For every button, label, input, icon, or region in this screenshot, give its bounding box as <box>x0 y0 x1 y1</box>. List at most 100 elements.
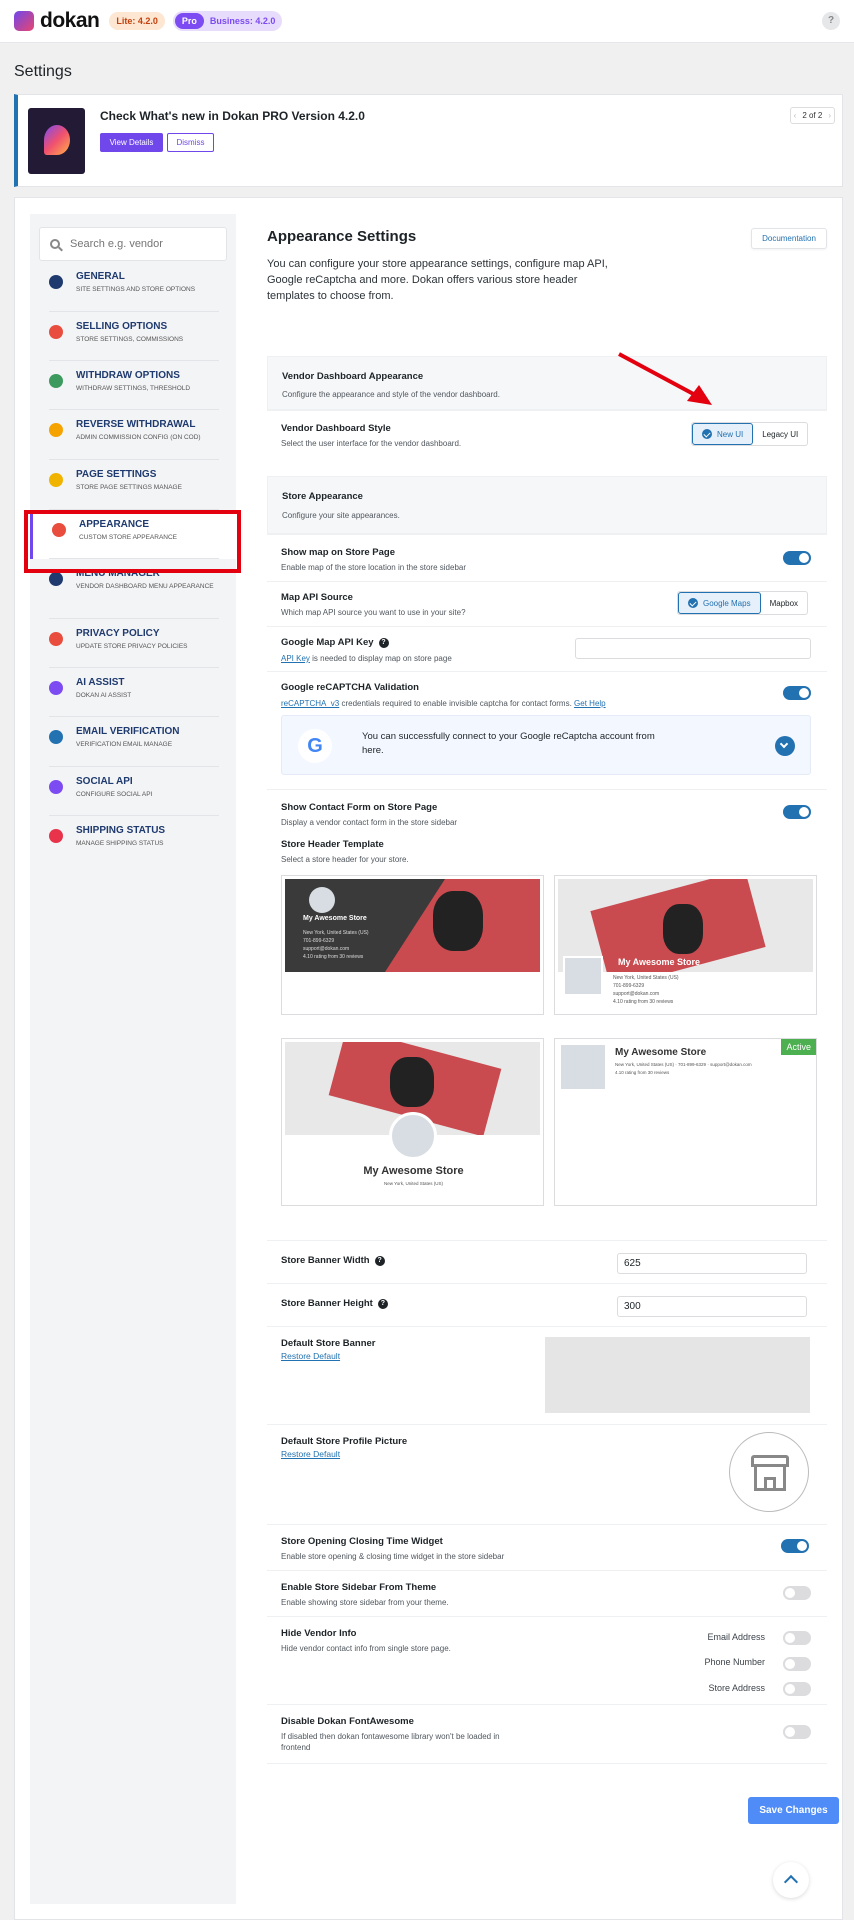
sidebar-theme-toggle[interactable] <box>783 1586 811 1600</box>
google-map-key-title: Google Map API Key? <box>281 637 389 648</box>
search-icon <box>50 239 60 249</box>
restore-default-banner-link[interactable]: Restore Default <box>281 1351 340 1362</box>
view-details-button[interactable]: View Details <box>100 133 163 152</box>
sidebar-item-shipping-status[interactable]: SHIPPING STATUS MANAGE SHIPPING STATUS <box>30 816 236 865</box>
documentation-button[interactable]: Documentation <box>751 228 827 249</box>
sidebar-item-sublabel: UPDATE STORE PRIVACY POLICIES <box>76 643 188 650</box>
header-template-2[interactable]: My Awesome Store New York, United States… <box>554 875 817 1015</box>
default-banner-image[interactable] <box>545 1337 810 1413</box>
show-map-toggle[interactable] <box>783 551 811 565</box>
top-bar: dokan Lite: 4.2.0 Pro Business: 4.2.0 ? <box>0 0 854 43</box>
settings-search[interactable] <box>39 227 227 261</box>
help-icon[interactable]: ? <box>822 12 840 30</box>
hide-phone-toggle[interactable] <box>783 1657 811 1671</box>
sidebar-item-page-settings[interactable]: PAGE SETTINGS STORE PAGE SETTINGS MANAGE <box>30 460 236 509</box>
scroll-top-icon[interactable] <box>773 1862 809 1898</box>
get-help-link[interactable]: Get Help <box>574 699 606 708</box>
sidebar-item-ai-assist[interactable]: AI ASSIST DOKAN AI ASSIST <box>30 668 236 717</box>
template-store-name: My Awesome Store <box>303 915 367 922</box>
help-icon[interactable]: ? <box>377 1299 388 1309</box>
default-profile-title: Default Store Profile Picture <box>281 1436 408 1447</box>
dismiss-button[interactable]: Dismiss <box>167 133 214 152</box>
page-title: Settings <box>14 63 72 80</box>
restore-default-profile-link[interactable]: Restore Default <box>281 1449 340 1460</box>
show-map-title: Show map on Store Page <box>281 547 396 558</box>
opening-widget-toggle[interactable] <box>781 1539 809 1553</box>
sidebar-item-label: GENERAL <box>76 271 125 282</box>
banner-width-row: Store Banner Width? 625 <box>267 1240 827 1283</box>
sidebar-item-general[interactable]: GENERAL SITE SETTINGS AND STORE OPTIONS <box>30 262 236 311</box>
sidebar-item-icon <box>49 730 63 744</box>
sidebar-item-label: WITHDRAW OPTIONS <box>76 370 180 381</box>
vendor-dashboard-style-row: Vendor Dashboard Style Select the user i… <box>267 410 827 458</box>
recaptcha-toggle[interactable] <box>783 686 811 700</box>
mapbox-label: Mapbox <box>769 598 799 608</box>
google-map-key-desc: API Key is needed to display map on stor… <box>281 653 452 664</box>
template-store-details: New York, United States (US) · 701-899-6… <box>615 1062 752 1075</box>
header-template-3[interactable]: My Awesome Store New York, United States… <box>281 1038 544 1206</box>
new-ui-label: New UI <box>717 429 744 439</box>
legacy-ui-label: Legacy UI <box>762 429 799 439</box>
vendor-dashboard-style-title: Vendor Dashboard Style <box>281 423 391 434</box>
recaptcha-desc: reCAPTCHA_v3 credentials required to ena… <box>281 698 731 709</box>
mapbox-option[interactable]: Mapbox <box>761 592 807 614</box>
sidebar-item-withdraw-options[interactable]: WITHDRAW OPTIONS WITHDRAW SETTINGS, THRES… <box>30 361 236 410</box>
sidebar-item-icon <box>49 632 63 646</box>
prev-notice-icon[interactable]: ‹ <box>791 111 800 120</box>
google-maps-label: Google Maps <box>703 598 751 608</box>
legacy-ui-option[interactable]: Legacy UI <box>753 423 807 445</box>
recaptcha-v3-link[interactable]: reCAPTCHA_v3 <box>281 699 339 708</box>
chevron-down-icon[interactable] <box>775 736 795 756</box>
section-title: Appearance Settings <box>267 228 417 245</box>
sidebar-item-reverse-withdrawal[interactable]: REVERSE WITHDRAWAL ADMIN COMMISSION CONFI… <box>30 410 236 459</box>
help-icon[interactable]: ? <box>374 1256 385 1266</box>
search-input[interactable] <box>70 238 210 250</box>
header-template-1[interactable]: My Awesome Store New York, United States… <box>281 875 544 1015</box>
template-store-name: My Awesome Store <box>618 957 701 967</box>
store-appearance-section-header: Store Appearance Configure your site app… <box>267 476 827 534</box>
save-changes-button[interactable]: Save Changes <box>748 1797 839 1824</box>
contact-form-desc: Display a vendor contact form in the sto… <box>281 818 458 827</box>
store-icon[interactable] <box>729 1432 809 1512</box>
sidebar-item-icon <box>49 325 63 339</box>
hide-address-toggle[interactable] <box>783 1682 811 1696</box>
pro-version-badge: Pro Business: 4.2.0 <box>172 11 283 31</box>
banner-width-input[interactable]: 625 <box>617 1253 807 1274</box>
header-template-4-active[interactable]: My Awesome Store New York, United States… <box>554 1038 817 1206</box>
sidebar-item-sublabel: MANAGE SHIPPING STATUS <box>76 840 164 847</box>
hide-vendor-title: Hide Vendor Info <box>281 1628 357 1639</box>
notice-pager: ‹ 2 of 2 › <box>789 107 835 124</box>
default-profile-row: Default Store Profile Picture Restore De… <box>267 1424 827 1524</box>
help-icon[interactable]: ? <box>378 638 389 648</box>
banner-height-input[interactable]: 300 <box>617 1296 807 1317</box>
contact-form-toggle[interactable] <box>783 805 811 819</box>
map-api-title: Map API Source <box>281 592 353 603</box>
sidebar-item-social-api[interactable]: SOCIAL API CONFIGURE SOCIAL API <box>30 767 236 816</box>
highlight-annotation <box>24 510 241 573</box>
google-maps-option[interactable]: Google Maps <box>678 592 761 614</box>
api-key-link[interactable]: API Key <box>281 654 310 663</box>
hide-email-label: Email Address <box>707 1632 765 1642</box>
sidebar-item-label: PRIVACY POLICY <box>76 628 160 639</box>
google-icon: G <box>298 729 332 763</box>
map-api-selector: Google Maps Mapbox <box>677 591 809 615</box>
sidebar-item-sublabel: SITE SETTINGS AND STORE OPTIONS <box>76 286 196 293</box>
sidebar-item-label: SOCIAL API <box>76 776 133 787</box>
dokan-logo[interactable]: dokan <box>14 9 100 33</box>
new-ui-option[interactable]: New UI <box>692 423 754 445</box>
sidebar-item-sublabel: VENDOR DASHBOARD MENU APPEARANCE <box>76 583 214 590</box>
fontawesome-toggle[interactable] <box>783 1725 811 1739</box>
template-store-details: New York, United States (US) 701-899-6329… <box>303 930 369 960</box>
sidebar-item-privacy-policy[interactable]: PRIVACY POLICY UPDATE STORE PRIVACY POLIC… <box>30 619 236 668</box>
sidebar-item-sublabel: DOKAN AI ASSIST <box>76 692 132 699</box>
pager-count: 2 of 2 <box>802 111 823 120</box>
sidebar-item-icon <box>49 681 63 695</box>
next-notice-icon[interactable]: › <box>825 111 834 120</box>
sidebar-item-email-verification[interactable]: EMAIL VERIFICATION VERIFICATION EMAIL MAN… <box>30 717 236 766</box>
fontawesome-title: Disable Dokan FontAwesome <box>281 1716 414 1727</box>
sidebar-item-selling-options[interactable]: SELLING OPTIONS STORE SETTINGS, COMMISSIO… <box>30 312 236 361</box>
google-map-key-input[interactable] <box>575 638 811 659</box>
hide-email-toggle[interactable] <box>783 1631 811 1645</box>
recaptcha-desc-text: credentials required to enable invisible… <box>339 699 575 708</box>
sidebar-item-label: SHIPPING STATUS <box>76 825 166 836</box>
